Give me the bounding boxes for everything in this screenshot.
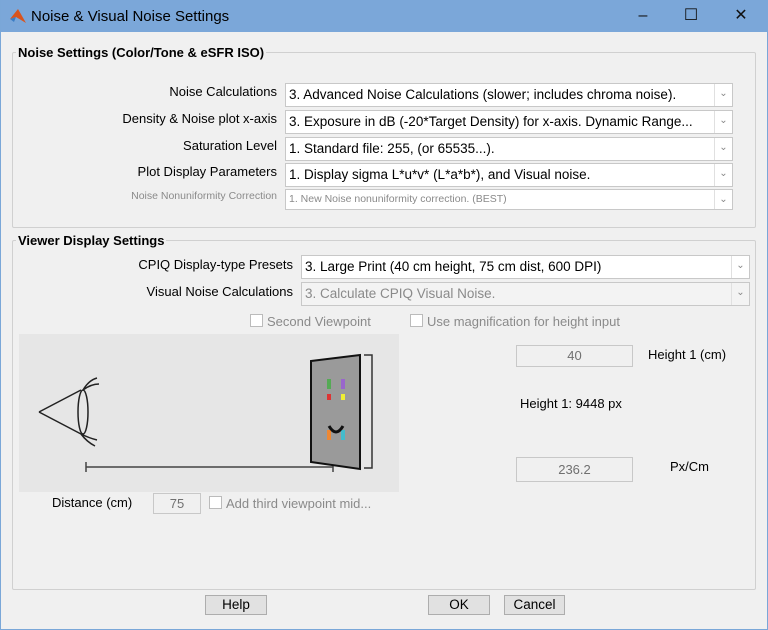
chevron-down-icon: ⌄ xyxy=(714,138,732,160)
maximize-button[interactable]: ☐ xyxy=(671,4,711,28)
selected-value: 1. Display sigma L*u*v* (L*a*b*), and Vi… xyxy=(289,167,591,182)
noise-settings-title: Noise Settings (Color/Tone & eSFR ISO) xyxy=(16,45,267,60)
chevron-down-icon: ⌄ xyxy=(731,256,749,278)
presets-label: CPIQ Display-type Presets xyxy=(138,257,293,272)
saturation-level-dropdown[interactable]: 1. Standard file: 255, (or 65535...). ⌄ xyxy=(285,137,733,161)
distance-label: Distance (cm) xyxy=(52,495,133,510)
nonuniformity-dropdown[interactable]: 1. New Noise nonuniformity correction. (… xyxy=(285,189,733,210)
distance-line xyxy=(85,462,334,472)
help-button[interactable]: Help xyxy=(205,595,267,615)
use-magnification-checkbox[interactable] xyxy=(410,314,423,327)
noise-calculations-label: Noise Calculations xyxy=(169,84,277,99)
selected-value: 3. Calculate CPIQ Visual Noise. xyxy=(305,286,496,301)
selected-value: 1. New Noise nonuniformity correction. (… xyxy=(289,193,507,205)
distance-input[interactable]: 75 xyxy=(153,493,201,514)
density-xaxis-label: Density & Noise plot x-axis xyxy=(122,111,277,126)
third-viewpoint-checkbox[interactable] xyxy=(209,496,222,509)
chevron-down-icon: ⌄ xyxy=(714,190,732,209)
second-viewpoint-label: Second Viewpoint xyxy=(267,314,371,329)
plot-display-label: Plot Display Parameters xyxy=(137,164,277,179)
eye-icon xyxy=(38,377,100,447)
chevron-down-icon: ⌄ xyxy=(731,283,749,305)
chevron-down-icon: ⌄ xyxy=(714,111,732,133)
use-magnification-label: Use magnification for height input xyxy=(427,314,620,329)
noise-calculations-dropdown[interactable]: 3. Advanced Noise Calculations (slower; … xyxy=(285,83,733,107)
nonuniformity-label: Noise Nonuniformity Correction xyxy=(131,190,277,202)
third-viewpoint-label: Add third viewpoint mid... xyxy=(226,496,372,511)
selected-value: 1. Standard file: 255, (or 65535...). xyxy=(289,141,495,156)
selected-value: 3. Advanced Noise Calculations (slower; … xyxy=(289,87,677,102)
px-per-cm-label: Px/Cm xyxy=(670,459,709,474)
window-title: Noise & Visual Noise Settings xyxy=(31,8,230,25)
height-bracket xyxy=(364,354,373,469)
px-per-cm-input[interactable]: 236.2 xyxy=(516,457,633,482)
matlab-icon xyxy=(10,9,26,23)
density-xaxis-dropdown[interactable]: 3. Exposure in dB (-20*Target Density) f… xyxy=(285,110,733,134)
visual-noise-dropdown[interactable]: 3. Calculate CPIQ Visual Noise. ⌄ xyxy=(301,282,750,306)
viewing-distance-diagram xyxy=(19,334,399,492)
height-label: Height 1 (cm) xyxy=(648,347,727,362)
viewer-settings-title: Viewer Display Settings xyxy=(16,233,167,248)
plot-display-dropdown[interactable]: 1. Display sigma L*u*v* (L*a*b*), and Vi… xyxy=(285,163,733,187)
height-input[interactable]: 40 xyxy=(516,345,633,367)
test-chart-image xyxy=(310,353,361,471)
selected-value: 3. Exposure in dB (-20*Target Density) f… xyxy=(289,114,693,129)
selected-value: 3. Large Print (40 cm height, 75 cm dist… xyxy=(305,259,602,274)
title-bar: Noise & Visual Noise Settings – ☐ ✕ xyxy=(1,0,768,32)
chevron-down-icon: ⌄ xyxy=(714,84,732,106)
visual-noise-label: Visual Noise Calculations xyxy=(146,284,293,299)
height-px-readout: Height 1: 9448 px xyxy=(520,396,622,411)
close-button[interactable]: ✕ xyxy=(721,4,761,28)
second-viewpoint-checkbox[interactable] xyxy=(250,314,263,327)
cancel-button[interactable]: Cancel xyxy=(504,595,565,615)
saturation-level-label: Saturation Level xyxy=(183,138,277,153)
chevron-down-icon: ⌄ xyxy=(714,164,732,186)
ok-button[interactable]: OK xyxy=(428,595,490,615)
minimize-button[interactable]: – xyxy=(623,4,663,28)
presets-dropdown[interactable]: 3. Large Print (40 cm height, 75 cm dist… xyxy=(301,255,750,279)
